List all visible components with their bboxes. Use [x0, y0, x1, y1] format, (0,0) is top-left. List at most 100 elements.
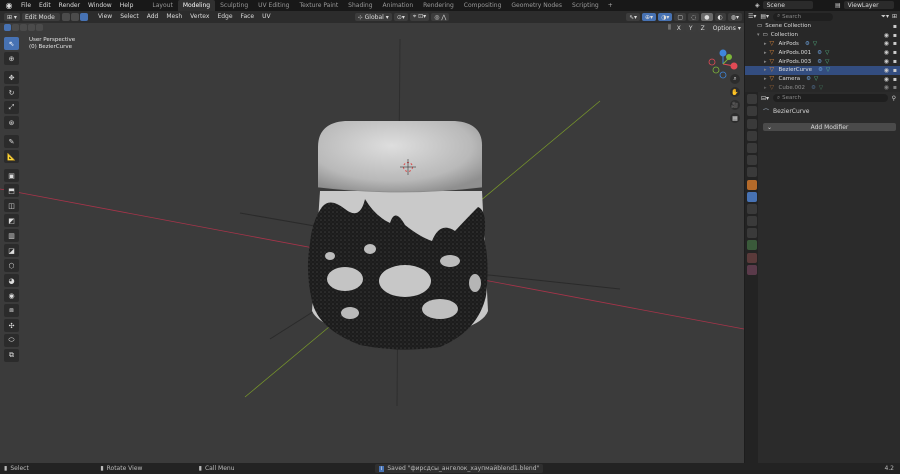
- bevel-tool-icon[interactable]: ◩: [4, 214, 19, 227]
- poly-build-tool-icon[interactable]: ⬡: [4, 259, 19, 272]
- mirror-y-button[interactable]: Y: [685, 24, 696, 32]
- camera-icon[interactable]: ▪: [893, 32, 897, 39]
- data-tab-icon[interactable]: [746, 240, 757, 251]
- face-select-icon[interactable]: [79, 13, 88, 21]
- filter-icon[interactable]: ⏷▾: [881, 13, 889, 21]
- eye-icon[interactable]: ◉: [884, 49, 889, 56]
- material-tab-icon[interactable]: [746, 252, 757, 263]
- menu-file[interactable]: File: [17, 0, 35, 11]
- options-dropdown[interactable]: Options ▾: [709, 24, 744, 32]
- tab-rendering[interactable]: Rendering: [418, 0, 459, 11]
- shading-wireframe-button[interactable]: ◌: [688, 13, 700, 21]
- properties-editor-icon[interactable]: ⊟▾: [761, 95, 769, 102]
- eye-icon[interactable]: ◉: [884, 84, 889, 91]
- chevron-right-icon[interactable]: ▸: [764, 41, 767, 47]
- shading-solid-button[interactable]: ●: [701, 13, 713, 21]
- menu-select[interactable]: Select: [116, 11, 143, 23]
- menu-help[interactable]: Help: [116, 0, 138, 11]
- measure-tool-icon[interactable]: 📐: [4, 150, 19, 163]
- shading-rendered-button[interactable]: ◍▾: [727, 13, 742, 21]
- menu-mesh[interactable]: Mesh: [162, 11, 186, 23]
- transform-tool-icon[interactable]: ⊛: [4, 116, 19, 129]
- view-layer-selector[interactable]: ▤ ViewLayer: [835, 1, 894, 9]
- rip-tool-icon[interactable]: ⧉: [4, 349, 19, 362]
- menu-uv[interactable]: UV: [258, 11, 275, 23]
- mirror-z-button[interactable]: Z: [697, 24, 708, 32]
- shear-tool-icon[interactable]: ⬭: [4, 334, 19, 347]
- tab-modeling[interactable]: Modeling: [177, 0, 216, 11]
- select-extend-icon[interactable]: [12, 24, 19, 31]
- outliner-editor-icon[interactable]: ☰▾: [748, 13, 756, 20]
- eye-icon[interactable]: ◉: [884, 76, 889, 83]
- particles-tab-icon[interactable]: [746, 203, 757, 214]
- camera-icon[interactable]: ▪: [893, 67, 897, 74]
- menu-edit[interactable]: Edit: [35, 0, 55, 11]
- camera-icon[interactable]: ▪: [893, 49, 897, 56]
- edge-slide-tool-icon[interactable]: ⧈: [4, 304, 19, 317]
- overlay-toggle-button[interactable]: ◑▾: [658, 13, 673, 21]
- vertex-select-icon[interactable]: [61, 13, 70, 21]
- spin-tool-icon[interactable]: ◕: [4, 274, 19, 287]
- tab-compositing[interactable]: Compositing: [459, 0, 507, 11]
- menu-edge[interactable]: Edge: [213, 11, 236, 23]
- annotate-tool-icon[interactable]: ✎: [4, 135, 19, 148]
- add-cube-tool-icon[interactable]: ▣: [4, 169, 19, 182]
- physics-tab-icon[interactable]: [746, 216, 757, 227]
- outliner-item[interactable]: ▸ ▽ AirPods.001 ⚙ ▽ ◉ ▪: [745, 48, 900, 57]
- collection-tab-icon[interactable]: [746, 167, 757, 178]
- knife-tool-icon[interactable]: ◪: [4, 244, 19, 257]
- chevron-right-icon[interactable]: ▸: [764, 50, 767, 56]
- proportional-edit-button[interactable]: ◎ ⋀: [431, 13, 450, 21]
- select-invert-icon[interactable]: [36, 24, 43, 31]
- scene-selector[interactable]: ◈ Scene: [755, 1, 813, 9]
- camera-icon[interactable]: ▪: [893, 58, 897, 65]
- tool-tab-icon[interactable]: [746, 94, 757, 105]
- outliner-collection[interactable]: ▾ ▭ Collection ◉ ▪: [745, 31, 900, 40]
- 3d-viewport[interactable]: ⊞ ▾ Edit Mode View Select Add Mesh Verte…: [0, 11, 744, 463]
- tab-geometry-nodes[interactable]: Geometry Nodes: [506, 0, 567, 11]
- transform-orientation-dropdown[interactable]: ⊹ Global ▾: [354, 13, 392, 21]
- add-workspace-icon[interactable]: +: [604, 2, 617, 9]
- camera-icon[interactable]: ▪: [893, 84, 897, 91]
- outliner-item[interactable]: ▸ ▽ AirPods ⚙ ▽ ◉ ▪: [745, 40, 900, 49]
- menu-add[interactable]: Add: [143, 11, 163, 23]
- editor-type-button[interactable]: ⊞ ▾: [4, 13, 20, 21]
- properties-search-input[interactable]: ⌕ Search: [773, 94, 888, 102]
- add-modifier-button[interactable]: ⌄ Add Modifier: [763, 123, 896, 131]
- chevron-right-icon[interactable]: ▸: [764, 85, 767, 91]
- camera-icon[interactable]: ▪: [893, 76, 897, 83]
- chevron-right-icon[interactable]: ▸: [764, 59, 767, 65]
- texture-tab-icon[interactable]: [746, 264, 757, 275]
- select-intersect-icon[interactable]: [28, 24, 35, 31]
- new-collection-icon[interactable]: ⊞: [892, 13, 897, 20]
- select-box-tool-icon[interactable]: ⇖: [4, 37, 19, 50]
- outliner-search-input[interactable]: ⌕ Search: [773, 12, 834, 21]
- shading-material-button[interactable]: ◐: [714, 13, 726, 21]
- constraints-tab-icon[interactable]: [746, 228, 757, 239]
- eye-icon[interactable]: ◉: [884, 32, 889, 39]
- camera-icon[interactable]: ▪: [893, 40, 897, 47]
- pin-icon[interactable]: ⚲: [892, 95, 896, 102]
- menu-vertex[interactable]: Vertex: [186, 11, 213, 23]
- edge-select-icon[interactable]: [70, 13, 79, 21]
- inset-tool-icon[interactable]: ◫: [4, 199, 19, 212]
- chevron-down-icon[interactable]: ▾: [757, 32, 760, 38]
- menu-window[interactable]: Window: [84, 0, 116, 11]
- extrude-tool-icon[interactable]: ⬒: [4, 184, 19, 197]
- xray-toggle-button[interactable]: ▢: [674, 13, 686, 21]
- outliner-item[interactable]: ▸ ▽ Camera ⚙ ▽ ◉ ▪: [745, 75, 900, 84]
- menu-view[interactable]: View: [94, 11, 116, 23]
- outliner-item[interactable]: ▸ ▽ BezierCurve ⚙ ▽ ◉ ▪: [745, 65, 900, 75]
- select-subtract-icon[interactable]: [20, 24, 27, 31]
- zoom-icon[interactable]: ⌕: [730, 74, 740, 84]
- loop-cut-tool-icon[interactable]: ▥: [4, 229, 19, 242]
- object-tab-icon[interactable]: [746, 179, 757, 190]
- ortho-grid-icon[interactable]: ▦: [730, 113, 740, 123]
- scene-tab-icon[interactable]: [746, 142, 757, 153]
- tab-scripting[interactable]: Scripting: [567, 0, 604, 11]
- eye-icon[interactable]: ◉: [884, 58, 889, 65]
- tab-uv-editing[interactable]: UV Editing: [253, 0, 294, 11]
- view-layer-tab-icon[interactable]: [746, 130, 757, 141]
- tab-sculpting[interactable]: Sculpting: [215, 0, 253, 11]
- menu-face[interactable]: Face: [237, 11, 259, 23]
